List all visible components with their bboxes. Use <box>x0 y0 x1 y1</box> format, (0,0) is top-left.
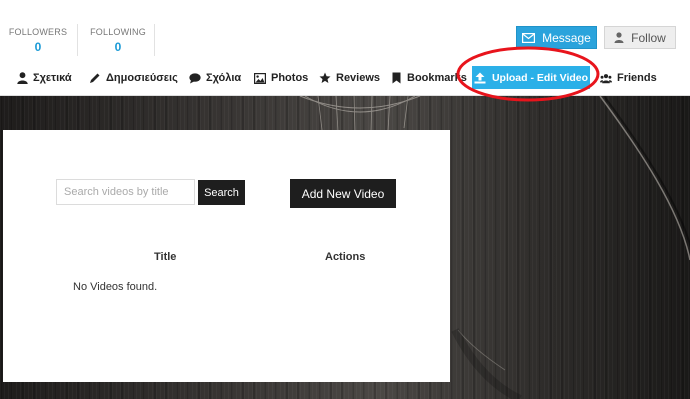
divider <box>154 24 155 56</box>
tab-upload-edit-video[interactable]: Upload - Edit Video <box>472 66 590 89</box>
tab-about[interactable]: Σχετικά <box>16 68 72 88</box>
users-icon <box>600 72 612 84</box>
star-icon <box>319 72 331 84</box>
search-videos-input[interactable] <box>56 179 195 205</box>
tab-label: Reviews <box>336 72 381 84</box>
followers-count: 0 <box>34 40 42 54</box>
divider <box>77 24 78 56</box>
tab-posts[interactable]: Δημοσιεύσεις <box>89 68 178 88</box>
tab-photos[interactable]: Photos <box>254 68 308 88</box>
followers-stat[interactable]: FOLLOWERS 0 <box>8 27 68 54</box>
search-button[interactable]: Search <box>198 180 245 205</box>
video-manager-panel: Search Add New Video Title Actions No Vi… <box>3 130 450 382</box>
tab-reviews[interactable]: Reviews <box>319 68 380 88</box>
envelope-icon <box>522 32 536 43</box>
column-header-title: Title <box>154 251 177 263</box>
tab-label: Upload - Edit Video <box>491 71 589 84</box>
follow-button-label: Follow <box>631 30 666 45</box>
tab-label: Bookmarks <box>407 72 467 84</box>
tab-label: Friends <box>617 72 657 84</box>
tab-label: Photos <box>271 72 309 84</box>
tab-label: Δημοσιεύσεις <box>106 72 178 84</box>
following-count: 0 <box>114 40 122 54</box>
tab-label: Σχετικά <box>33 72 72 84</box>
followers-label: FOLLOWERS <box>8 27 68 37</box>
profile-header: FOLLOWERS 0 FOLLOWING 0 Message Follow Σ… <box>0 0 690 96</box>
upload-icon <box>474 72 486 83</box>
image-icon <box>254 72 266 84</box>
following-label: FOLLOWING <box>90 27 146 37</box>
tab-label: Σχόλια <box>206 72 242 84</box>
tab-comments[interactable]: Σχόλια <box>189 68 241 88</box>
tab-friends[interactable]: Friends <box>600 68 657 88</box>
pencil-icon <box>89 72 101 84</box>
message-button-label: Message <box>542 30 591 45</box>
comment-icon <box>189 72 201 84</box>
bookmark-icon <box>390 72 402 84</box>
user-icon <box>614 32 624 43</box>
following-stat[interactable]: FOLLOWING 0 <box>86 27 150 54</box>
user-icon <box>16 72 28 84</box>
tab-bookmarks[interactable]: Bookmarks <box>390 68 467 88</box>
empty-state-message: No Videos found. <box>73 281 158 293</box>
column-header-actions: Actions <box>325 251 366 263</box>
follow-button[interactable]: Follow <box>604 26 676 49</box>
message-button[interactable]: Message <box>516 26 597 49</box>
add-new-video-button[interactable]: Add New Video <box>290 179 396 208</box>
